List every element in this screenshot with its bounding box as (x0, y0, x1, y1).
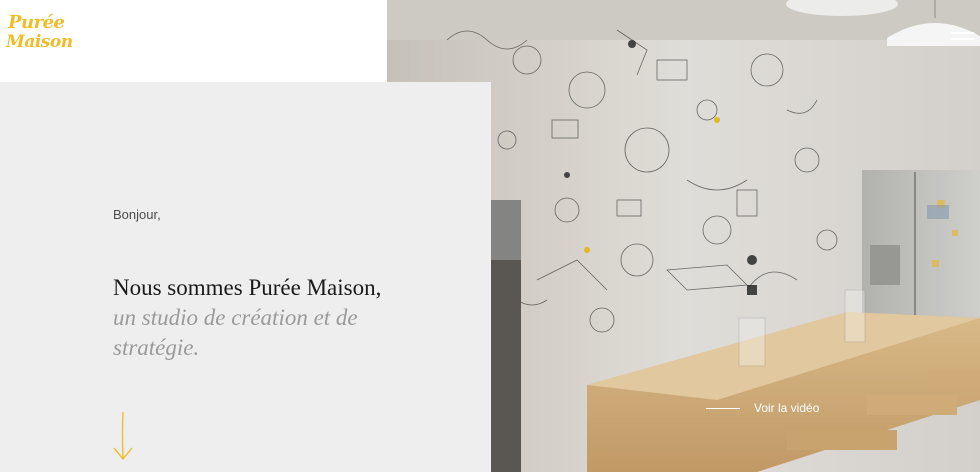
scroll-down-button[interactable] (111, 411, 135, 462)
arrow-down-icon (113, 411, 133, 461)
video-link-line (706, 407, 740, 409)
brand-logo[interactable]: Purée Maison (6, 14, 73, 62)
intro-panel: Bonjour, Nous sommes Purée Maison, un st… (0, 82, 491, 472)
greeting-text: Bonjour, (113, 207, 161, 222)
logo-text-line1: Purée (8, 12, 65, 33)
hamburger-icon (950, 32, 974, 34)
hamburger-menu-button[interactable] (946, 26, 976, 48)
logo-area: Purée Maison (0, 0, 387, 82)
headline: Nous sommes Purée Maison, (113, 275, 382, 300)
hamburger-line (950, 38, 974, 40)
subheadline: un studio de création et de stratégie. (113, 305, 358, 360)
video-link-label: Voir la vidéo (754, 401, 820, 415)
watch-video-link[interactable]: Voir la vidéo (706, 398, 819, 418)
logo-text-line2: Maison (6, 32, 73, 52)
